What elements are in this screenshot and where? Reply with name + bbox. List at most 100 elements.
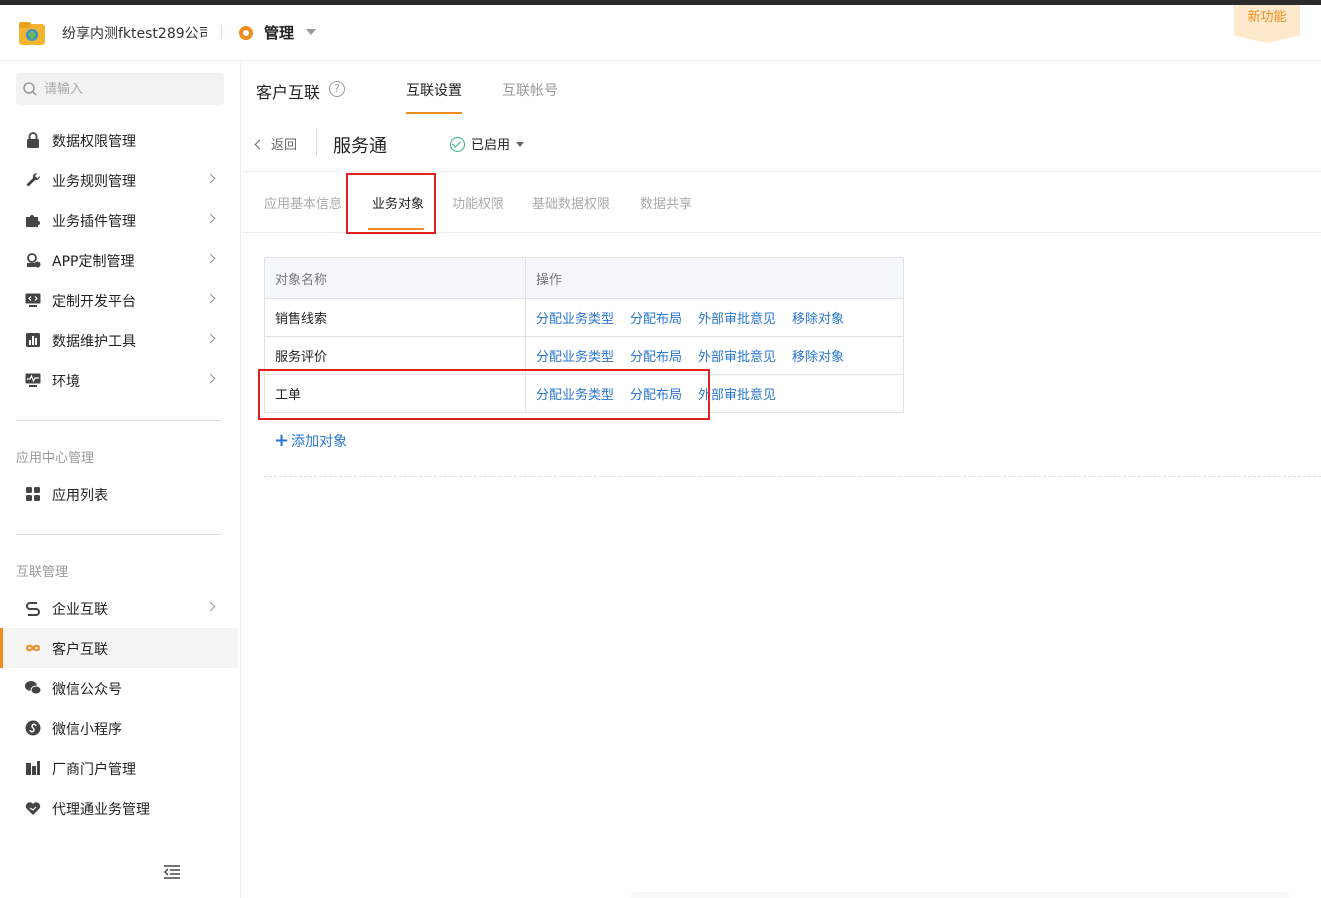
column-header-name: 对象名称 <box>264 257 526 299</box>
header-separator <box>221 25 222 39</box>
assign-record-type-link[interactable]: 分配业务类型 <box>536 312 614 327</box>
building-icon <box>26 761 40 775</box>
sidebar-item-label: 微信小程序 <box>52 722 122 738</box>
chevron-right-icon <box>205 333 216 344</box>
external-approval-link[interactable]: 外部审批意见 <box>698 312 776 327</box>
section-title-app-center: 应用中心管理 <box>16 451 95 466</box>
sidebar-item-business-plugins[interactable]: 业务插件管理 <box>0 200 238 240</box>
help-icon[interactable]: ? <box>329 81 345 97</box>
sidebar-item-app-customization[interactable]: APP定制管理 <box>0 240 238 280</box>
status-dropdown[interactable]: 已启用 <box>450 134 525 153</box>
sidebar-item-data-permission[interactable]: 数据权限管理 <box>0 120 238 160</box>
sidebar-item-environment[interactable]: 环境 <box>0 360 238 400</box>
sidebar-search[interactable] <box>16 73 224 105</box>
back-label: 返回 <box>271 138 298 153</box>
gear-icon <box>239 26 253 40</box>
module-switcher[interactable]: 管理 <box>264 22 294 43</box>
chevron-left-icon <box>254 139 265 150</box>
handshake-icon <box>25 802 41 815</box>
sidebar-item-label: 数据维护工具 <box>52 334 136 350</box>
back-button[interactable]: 返回 <box>254 134 298 153</box>
sidebar-item-wechat-official[interactable]: 微信公众号 <box>0 668 238 708</box>
sidebar-item-label: 厂商门户管理 <box>52 762 136 778</box>
sidebar-item-wechat-miniprogram[interactable]: 微信小程序 <box>0 708 238 748</box>
subtab-business-objects[interactable]: 业务对象 <box>372 193 424 212</box>
subtab-basic-info[interactable]: 应用基本信息 <box>264 193 342 212</box>
section-title-interconnect: 互联管理 <box>16 565 69 580</box>
sidebar-item-label: APP定制管理 <box>52 254 135 270</box>
column-header-actions: 操作 <box>525 257 904 299</box>
chevron-right-icon <box>205 253 216 264</box>
assign-layout-link[interactable]: 分配布局 <box>630 350 682 365</box>
sidebar-item-label: 数据权限管理 <box>52 134 136 150</box>
chevron-down-icon[interactable] <box>306 29 316 35</box>
new-feature-badge[interactable]: 新功能 <box>1234 5 1300 43</box>
object-actions: 分配业务类型 分配布局 外部审批意见 移除对象 <box>525 298 904 337</box>
remove-object-link[interactable]: 移除对象 <box>792 312 844 327</box>
app-name: 服务通 <box>333 136 387 157</box>
object-actions: 分配业务类型 分配布局 外部审批意见 <box>525 374 904 413</box>
sidebar-item-business-rules[interactable]: 业务规则管理 <box>0 160 238 200</box>
status-label: 已启用 <box>471 138 511 153</box>
sidebar-item-label: 业务规则管理 <box>52 174 136 190</box>
assign-record-type-link[interactable]: 分配业务类型 <box>536 388 614 403</box>
bar-chart-icon <box>26 333 40 347</box>
company-name[interactable]: 纷享内测fktest289公司 <box>62 23 207 43</box>
company-logo-icon <box>19 22 45 45</box>
sidebar-item-label: 企业互联 <box>52 602 108 618</box>
main-content: 客户互联 ? 互联设置 互联帐号 返回 服务通 已启用 应用基本信息 业务对象 … <box>242 62 1321 898</box>
subtab-data-sharing[interactable]: 数据共享 <box>640 193 692 212</box>
sidebar-item-label: 定制开发平台 <box>52 294 136 310</box>
table-header-row: 对象名称 操作 <box>264 257 904 299</box>
assign-layout-link[interactable]: 分配布局 <box>630 388 682 403</box>
subtab-function-permission[interactable]: 功能权限 <box>452 193 504 212</box>
object-name: 服务评价 <box>264 336 526 375</box>
sidebar-item-dev-platform[interactable]: 定制开发平台 <box>0 280 238 320</box>
grid-icon <box>26 487 40 501</box>
chevron-right-icon <box>205 601 216 612</box>
sidebar-item-agent-business[interactable]: 代理通业务管理 <box>0 788 238 828</box>
sidebar: 数据权限管理 业务规则管理 业务插件管理 APP定制管理 定制开发平台 数据维护… <box>0 62 241 898</box>
lock-icon <box>27 132 39 148</box>
sidebar-divider <box>16 420 222 421</box>
sidebar-item-data-tools[interactable]: 数据维护工具 <box>0 320 238 360</box>
puzzle-icon <box>26 215 40 227</box>
sidebar-item-label: 微信公众号 <box>52 682 122 698</box>
sidebar-item-label: 环境 <box>52 374 80 390</box>
assign-layout-link[interactable]: 分配布局 <box>630 312 682 327</box>
sidebar-item-customer-interconnect[interactable]: 客户互联 <box>0 628 238 668</box>
sidebar-item-label: 代理通业务管理 <box>52 802 150 818</box>
assign-record-type-link[interactable]: 分配业务类型 <box>536 350 614 365</box>
sidebar-item-vendor-portal[interactable]: 厂商门户管理 <box>0 748 238 788</box>
tab-interconnect-settings[interactable]: 互联设置 <box>406 80 462 100</box>
divider <box>242 171 1321 172</box>
object-actions: 分配业务类型 分配布局 外部审批意见 移除对象 <box>525 336 904 375</box>
chevron-right-icon <box>205 213 216 224</box>
plus-icon: + <box>274 430 290 451</box>
title-separator <box>316 128 317 156</box>
sidebar-item-app-list[interactable]: 应用列表 <box>0 474 238 514</box>
tab-interconnect-accounts[interactable]: 互联帐号 <box>502 80 558 100</box>
divider <box>242 232 1321 233</box>
wechat-icon <box>25 681 42 695</box>
pulse-monitor-icon <box>25 373 41 387</box>
miniprogram-icon <box>25 720 41 736</box>
sidebar-item-enterprise-interconnect[interactable]: 企业互联 <box>0 588 238 628</box>
chevron-right-icon <box>205 373 216 384</box>
add-object-button[interactable]: + 添加对象 <box>274 430 347 451</box>
add-object-label: 添加对象 <box>291 434 348 450</box>
sidebar-item-label: 应用列表 <box>52 488 108 504</box>
wrench-icon <box>26 172 41 187</box>
collapse-menu-icon[interactable] <box>163 864 181 880</box>
external-approval-link[interactable]: 外部审批意见 <box>698 350 776 365</box>
sidebar-item-label: 业务插件管理 <box>52 214 136 230</box>
external-approval-link[interactable]: 外部审批意见 <box>698 388 776 403</box>
bottom-shadow <box>630 892 1290 898</box>
search-input[interactable] <box>44 79 214 99</box>
remove-object-link[interactable]: 移除对象 <box>792 350 844 365</box>
sidebar-item-label: 客户互联 <box>52 642 108 658</box>
table-row: 销售线索 分配业务类型 分配布局 外部审批意见 移除对象 <box>264 298 904 337</box>
subtab-base-data-permission[interactable]: 基础数据权限 <box>532 193 610 212</box>
app-header: 纷享内测fktest289公司 管理 新功能 <box>0 5 1321 61</box>
chevron-right-icon <box>205 173 216 184</box>
